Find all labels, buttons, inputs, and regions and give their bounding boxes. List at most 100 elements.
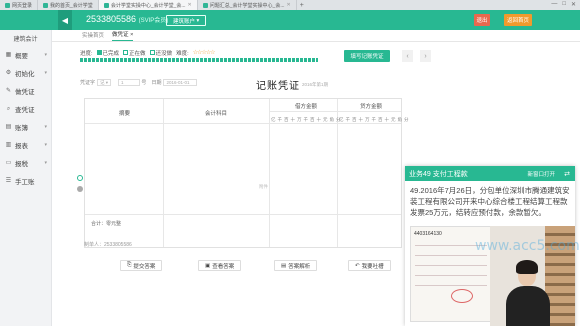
- voucher-total: 合计：零元整: [91, 221, 122, 227]
- voucher-header: 凭证字记 ▾ 1 号 日期 2016-01-01: [80, 76, 410, 88]
- subject-header: 会计科目: [205, 111, 228, 117]
- table-row-divider: [85, 214, 401, 215]
- sidebar-item-reports[interactable]: ▥ 报表 ▾: [0, 136, 51, 154]
- task-progress-bar: [80, 58, 318, 62]
- new-tab-icon[interactable]: +: [300, 2, 304, 9]
- add-row-icon[interactable]: [77, 175, 83, 181]
- home-button[interactable]: 返回首页: [504, 14, 532, 26]
- collapse-sidebar-icon[interactable]: ◀: [58, 10, 72, 30]
- task-popup: 业务49 支付工程款 新窗口打开 ⇄ 49.2016年7月26日，分包单位深圳市…: [405, 166, 580, 326]
- exit-button[interactable]: 退出: [474, 14, 490, 26]
- invoice-line: [415, 275, 487, 276]
- search-icon: ⌕: [6, 105, 11, 112]
- document-icon: ▭: [5, 159, 12, 166]
- voucher-maker: 制单人：2533805586: [84, 242, 132, 248]
- sidebar-item-make-voucher[interactable]: ✎ 做凭证: [0, 82, 51, 100]
- account-info: 2533805586 (SVIP会员): [86, 14, 168, 24]
- voucher-period: 2016年第1期: [302, 82, 329, 87]
- sidebar-title: 建筑会计: [13, 36, 38, 43]
- view-icon: ▣: [205, 262, 211, 269]
- debit-digit-units: 亿千百十万千百十元角分: [271, 117, 343, 122]
- sidebar-item-overview[interactable]: ▦ 概要 ▾: [0, 46, 51, 64]
- fill-voucher-button[interactable]: 填写记账凭证: [344, 50, 390, 62]
- invoice-stamp: [451, 289, 473, 303]
- table-row-divider: [85, 123, 401, 124]
- tab-practice-home[interactable]: 实操首页: [82, 31, 104, 41]
- hand-icon: ☰: [5, 177, 12, 184]
- credit-header: 贷方金额: [360, 104, 383, 110]
- chevron-down-icon: ▾: [44, 142, 47, 148]
- browser-tab[interactable]: 我的首页_会计学堂: [38, 0, 99, 10]
- sidebar-item-init[interactable]: ⚙ 初始化 ▾: [0, 64, 51, 82]
- credit-digit-units: 亿千百十万千百十元角分: [339, 117, 411, 122]
- view-answer-button[interactable]: ▣ 查看答案: [198, 260, 242, 271]
- instructor-body: [506, 286, 550, 326]
- favicon-icon: [202, 2, 208, 8]
- chevron-down-icon: ▾: [44, 52, 47, 58]
- progress-row: 进度: 已完成 正在做 还没做 难度: ☆☆☆☆☆: [80, 48, 340, 57]
- answer-analysis-button[interactable]: ▤ 答案解析: [274, 260, 318, 271]
- close-tab-icon[interactable]: ✕: [188, 2, 192, 8]
- difficulty-label: 难度:: [176, 50, 189, 57]
- favicon-icon: [5, 2, 10, 8]
- favicon-icon: [43, 2, 49, 8]
- next-arrow-icon[interactable]: ›: [420, 50, 431, 62]
- vip-badge: (SVIP会员): [138, 18, 169, 24]
- close-icon[interactable]: ×: [130, 32, 133, 38]
- chevron-down-icon: ▾: [44, 70, 47, 76]
- progress-label: 进度:: [80, 50, 93, 57]
- status-doing-option[interactable]: 正在做: [123, 49, 146, 57]
- instructor-hair: [516, 260, 538, 274]
- checkbox-icon: [96, 50, 102, 55]
- analysis-icon: ▤: [281, 262, 287, 269]
- checkbox-icon: [149, 50, 155, 55]
- enterprise-account-button[interactable]: 建筑账户 ▾: [166, 15, 207, 26]
- browser-tab-strip: 网页登录 我的首页_会计学堂 会计学堂实操中心_会计学堂_会... ✕ 问题汇总_…: [0, 0, 580, 10]
- chevron-down-icon: ▾: [44, 124, 47, 130]
- invoice-line: [415, 255, 487, 256]
- voucher-no-field: 1 号: [116, 78, 146, 86]
- submit-icon: ⎘: [127, 262, 132, 268]
- sidebar-item-ledger[interactable]: ▤ 账簿 ▾: [0, 118, 51, 136]
- voucher-date-field: 日期 2016-01-01: [151, 78, 198, 86]
- prev-arrow-icon[interactable]: ‹: [402, 50, 413, 62]
- browser-tab[interactable]: 会计学堂实操中心_会计学堂_会... ✕: [98, 0, 198, 10]
- sidebar-item-tax[interactable]: ▭ 报税 ▾: [0, 154, 51, 172]
- grid-icon: ▦: [5, 51, 12, 58]
- maximize-icon[interactable]: □: [562, 1, 566, 8]
- task-title: 业务49 支付工程款: [409, 170, 468, 178]
- close-window-icon[interactable]: ✕: [571, 1, 576, 8]
- table-column-divider: [163, 99, 164, 247]
- edit-icon: ✎: [5, 87, 12, 94]
- submit-answer-button[interactable]: ⎘ 提交答案: [120, 260, 163, 271]
- remove-row-icon[interactable]: [77, 186, 83, 192]
- browser-tab[interactable]: 问题汇总_会计学堂实操中心_会... ✕: [198, 0, 297, 10]
- account-phone: 2533805586: [86, 14, 137, 24]
- minimize-icon[interactable]: —: [551, 1, 557, 8]
- status-done-option[interactable]: 已完成: [96, 49, 119, 57]
- sidebar-item-manual[interactable]: ☰ 手工账: [0, 172, 51, 190]
- page-tabs: 实操首页 做凭证 ×: [52, 30, 580, 42]
- checkbox-icon: [123, 50, 129, 55]
- app-header: ◀ 2533805586 (SVIP会员) 建筑账户 ▾ 退出 返回首页: [0, 10, 580, 30]
- voucher-date-input[interactable]: 2016-01-01: [163, 78, 198, 86]
- voucher-no-input[interactable]: 1: [118, 78, 141, 86]
- window-controls: — □ ✕: [551, 1, 576, 8]
- popup-header: 业务49 支付工程款 新窗口打开 ⇄: [405, 166, 575, 181]
- debit-header: 借方金额: [295, 104, 318, 110]
- swap-icon[interactable]: ⇄: [564, 170, 570, 178]
- open-new-window-link[interactable]: 新窗口打开: [527, 170, 555, 178]
- browser-tab[interactable]: 网页登录: [0, 0, 39, 10]
- voucher-word-field: 凭证字记 ▾: [80, 78, 112, 86]
- feedback-button[interactable]: ↶ 我要吐槽: [348, 260, 391, 271]
- close-tab-icon[interactable]: ✕: [286, 2, 290, 8]
- sidebar-item-query-voucher[interactable]: ⌕ 查凭证: [0, 100, 51, 118]
- status-todo-option[interactable]: 还没做: [149, 49, 172, 57]
- table-column-divider: [269, 99, 270, 247]
- tab-make-voucher[interactable]: 做凭证 ×: [112, 30, 134, 41]
- voucher-table: 摘要 会计科目 借方金额 贷方金额 亿千百十万千百十元角分 亿千百十万千百十元角…: [84, 98, 409, 248]
- summary-header: 摘要: [119, 111, 131, 117]
- invoice-line: [415, 285, 487, 286]
- voucher-word-select[interactable]: 记 ▾: [97, 78, 112, 86]
- gear-icon: ⚙: [5, 69, 12, 76]
